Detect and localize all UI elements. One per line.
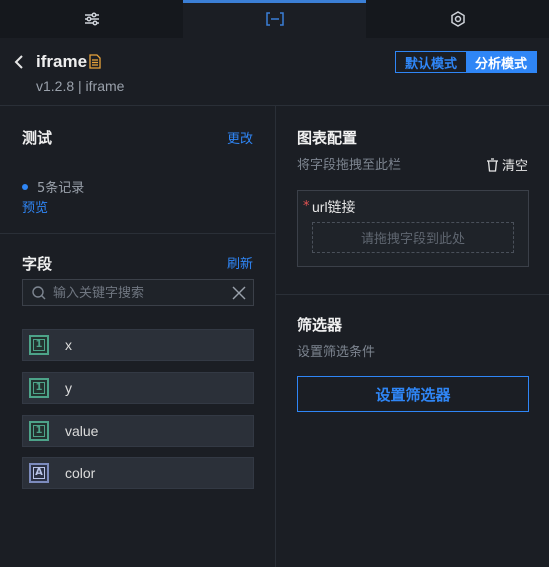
records-count: 5条记录	[22, 177, 84, 196]
sliders-icon	[84, 11, 100, 30]
back-arrow-icon[interactable]	[12, 54, 26, 70]
document-icon[interactable]	[89, 54, 103, 70]
fields-section-title: 字段	[22, 255, 53, 273]
number-type-icon: 1	[29, 421, 49, 441]
records-text: 5条记录	[37, 181, 85, 196]
component-header: iframe v1.2.8 | iframe 默认模式 分析模式	[0, 38, 549, 106]
refresh-link[interactable]: 刷新	[227, 253, 253, 272]
field-name: color	[65, 465, 96, 481]
clear-label: 清空	[502, 159, 529, 174]
field-item[interactable]: 1 x	[22, 329, 254, 361]
field-search	[22, 279, 254, 306]
version-label: v1.2.8 | iframe	[36, 78, 125, 94]
number-type-icon: 1	[29, 335, 49, 355]
field-item[interactable]: 1 value	[22, 415, 254, 447]
search-icon	[31, 285, 47, 301]
tab-style[interactable]	[0, 0, 183, 38]
field-name: y	[65, 380, 72, 396]
default-mode-button[interactable]: 默认模式	[396, 52, 467, 72]
required-mark: *	[303, 199, 310, 214]
cube-icon	[450, 10, 466, 31]
chart-config-hint: 将字段拖拽至此栏	[297, 158, 402, 173]
string-type-icon: A	[29, 463, 49, 483]
mode-switch: 默认模式 分析模式	[395, 51, 538, 73]
filter-title: 筛选器	[297, 316, 343, 334]
section-divider	[0, 233, 275, 234]
trash-icon	[486, 157, 499, 172]
section-divider	[276, 294, 549, 295]
close-icon[interactable]	[231, 285, 247, 301]
analysis-mode-button[interactable]: 分析模式	[466, 52, 537, 72]
clear-button[interactable]: 清空	[486, 155, 528, 174]
field-item[interactable]: A color	[22, 457, 254, 489]
tab-data[interactable]	[183, 0, 366, 38]
number-type-icon: 1	[29, 378, 49, 398]
field-drop-zone[interactable]: 请拖拽字段到此处	[312, 222, 514, 253]
field-name: x	[65, 337, 72, 353]
filter-hint: 设置筛选条件	[297, 345, 376, 360]
preview-link[interactable]: 预览	[22, 197, 48, 216]
tab-interaction[interactable]	[366, 0, 549, 38]
status-dot	[22, 183, 28, 190]
field-name: value	[65, 423, 99, 439]
url-mapping-slot: * url链接 请拖拽字段到此处	[297, 190, 529, 267]
chart-config-title: 图表配置	[297, 129, 358, 147]
field-item[interactable]: 1 y	[22, 372, 254, 404]
set-filter-button[interactable]: 设置筛选器	[297, 376, 529, 412]
url-label: url链接	[312, 199, 356, 215]
search-input[interactable]	[53, 285, 223, 300]
component-title: iframe	[36, 52, 88, 71]
column-divider	[275, 106, 276, 567]
bracket-icon	[265, 11, 284, 30]
edit-link[interactable]: 更改	[227, 128, 253, 147]
test-section-title: 测试	[22, 129, 53, 147]
panel-tabs	[0, 0, 549, 38]
